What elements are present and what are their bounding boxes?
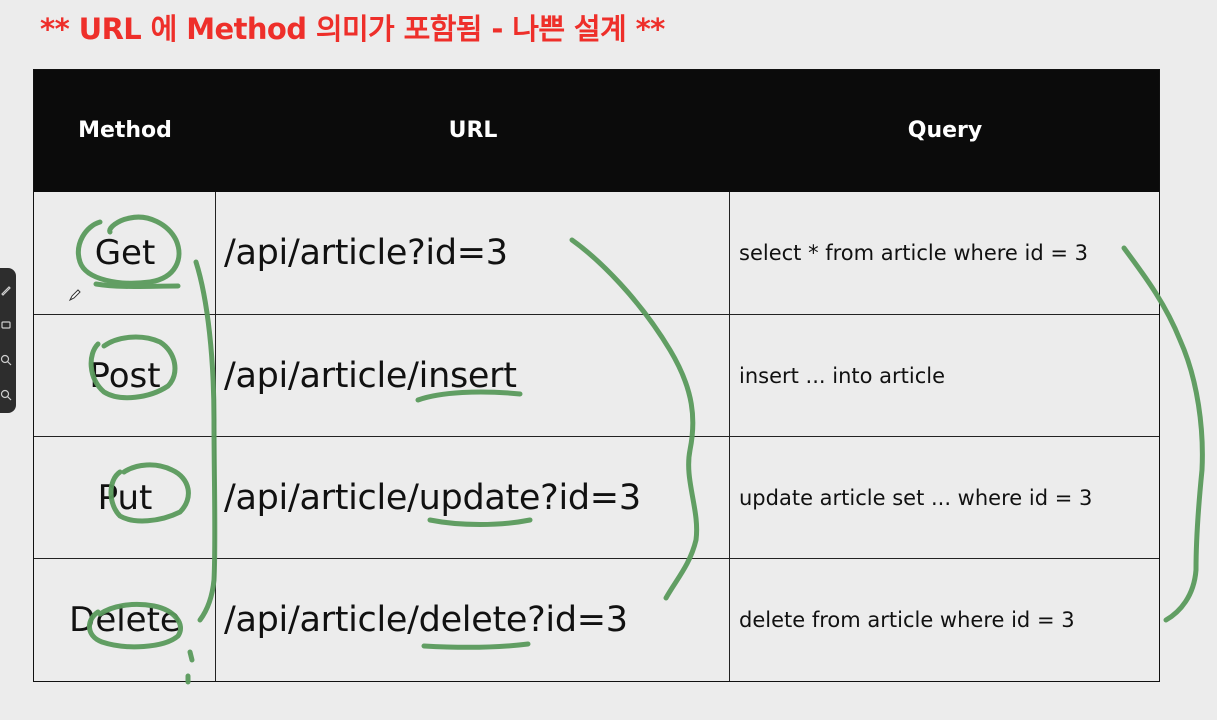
- column-divider: [729, 192, 730, 681]
- url-cell: /api/article/delete?id=3: [224, 600, 628, 640]
- header-method: Method: [78, 118, 172, 143]
- url-cell: /api/article/update?id=3: [224, 477, 641, 518]
- method-cell: Post: [89, 355, 161, 396]
- table-row: Get /api/article?id=3 select * from arti…: [34, 192, 1159, 314]
- method-cell: Put: [97, 477, 153, 518]
- table-row: Post /api/article/insert insert ... into…: [34, 314, 1159, 436]
- zoom-out-icon[interactable]: [0, 389, 12, 401]
- query-cell: insert ... into article: [739, 363, 946, 388]
- column-divider: [215, 192, 216, 681]
- url-cell: /api/article/insert: [224, 355, 517, 396]
- zoom-in-icon[interactable]: [0, 354, 12, 366]
- table-header: Method URL Query: [34, 70, 1159, 192]
- page-title: ** URL 에 Method 의미가 포함됨 - 나쁜 설계 **: [40, 12, 665, 46]
- table-row: Delete /api/article/delete?id=3 delete f…: [34, 558, 1159, 681]
- annotation-toolbar: [0, 268, 16, 413]
- header-query: Query: [907, 118, 983, 143]
- eraser-icon[interactable]: [0, 319, 12, 331]
- pen-cursor-icon: [68, 289, 81, 302]
- method-cell: Get: [94, 233, 156, 273]
- query-cell: delete from article where id = 3: [739, 608, 1075, 632]
- header-url: URL: [448, 118, 498, 143]
- api-comparison-table: Method URL Query Get /api/article?id=3 s…: [33, 69, 1160, 682]
- table-row: Put /api/article/update?id=3 update arti…: [34, 436, 1159, 558]
- query-cell: update article set ... where id = 3: [739, 485, 1093, 510]
- url-cell: /api/article?id=3: [224, 233, 508, 273]
- pen-icon[interactable]: [0, 284, 12, 296]
- query-cell: select * from article where id = 3: [739, 241, 1088, 265]
- method-cell: Delete: [69, 600, 181, 640]
